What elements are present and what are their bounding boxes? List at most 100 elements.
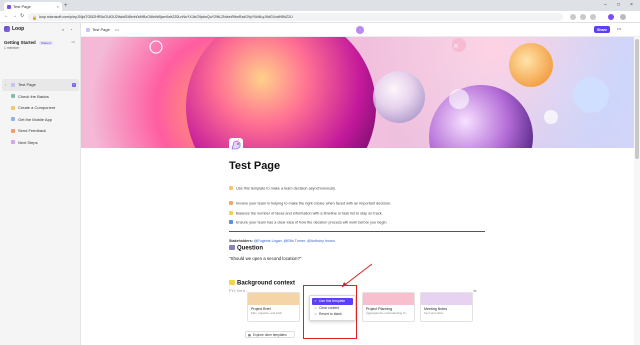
browser-menu-icon[interactable] — [620, 14, 626, 20]
bullet-line[interactable]: Balance the number of ideas and informat… — [229, 211, 383, 216]
extension-icon[interactable] — [590, 14, 596, 20]
workspace-header[interactable]: Getting Started Shared 1 member ••• — [4, 40, 78, 50]
scrollbar-thumb[interactable] — [635, 39, 639, 159]
bullet-text: Ensure your team has a clear idea of how… — [236, 220, 388, 225]
page-icon — [11, 94, 15, 99]
extension-icon[interactable] — [570, 14, 576, 20]
sidebar-item-create-a-component[interactable]: Create a Component — [2, 102, 79, 114]
heart-icon — [229, 220, 233, 224]
divider — [229, 231, 485, 232]
stakeholder-mentions[interactable]: @Eugenie Logan, @Ellis Turner, @Anthony … — [254, 239, 335, 243]
sidebar-item-label: Get the Mobile App — [18, 116, 53, 122]
browser-tab-bar: Test Page × + – □ × — [0, 0, 640, 11]
sidebar-item-label: Test Page — [18, 82, 36, 88]
new-tab-button[interactable]: + — [64, 3, 68, 9]
template-thumbnail — [421, 293, 472, 305]
svg-text:×: × — [453, 42, 459, 50]
sidebar-item-label: Check the Basics — [18, 93, 49, 99]
placeholder-text-right: ite — [473, 289, 477, 293]
profile-avatar[interactable] — [608, 14, 614, 20]
url-text: loop.microsoft.com/p/eyJ0IjoiTGl5ZHR5cGU… — [38, 15, 293, 19]
bullet-text: Balance the number of ideas and informat… — [236, 211, 383, 216]
placeholder-text: FYI: I've h... — [229, 289, 249, 293]
intro-line[interactable]: Use this template to make a team decisio… — [229, 186, 336, 191]
loop-brand[interactable]: Loop — [4, 26, 24, 32]
page-icon — [11, 117, 15, 122]
template-card-meeting-notes[interactable]: Meeting Notes Sync and share — [420, 292, 473, 322]
url-field[interactable]: 🔒 loop.microsoft.com/p/eyJ0IjoiTGl5ZHR5c… — [28, 13, 563, 21]
share-button[interactable]: Share — [594, 26, 610, 33]
template-card-project-planning[interactable]: Project Planning Aggregate the understan… — [362, 292, 415, 322]
intro-text: Use this template to make a team decisio… — [236, 186, 336, 191]
sidebar-item-label: Create a Component — [18, 105, 56, 111]
workspace-members: 1 member — [4, 46, 20, 50]
tab-title: Test Page — [13, 4, 31, 9]
sidebar-item-label: Send Feedback — [18, 128, 47, 134]
template-card-project-brief[interactable]: Project Brief Plan, organize, and track — [247, 292, 300, 322]
address-bar: ← → ↻ 🔒 loop.microsoft.com/p/eyJ0IjoiTGl… — [0, 11, 640, 23]
template-subtitle: Plan, organize, and track — [251, 311, 282, 315]
template-subtitle: Sync and share — [424, 311, 444, 315]
loop-logo-icon — [4, 26, 10, 32]
elephant-icon — [229, 245, 235, 250]
sidebar-item-test-page[interactable]: › Test Page + — [2, 79, 79, 91]
question-text[interactable]: "Should we open a second location?" — [229, 256, 301, 261]
page-header: Test Page ••• Share ••• — [81, 23, 640, 37]
stakeholders-line[interactable]: Stakeholders: @Eugenie Logan, @Ellis Tur… — [229, 239, 335, 243]
explore-label: Explore other templates — [253, 332, 287, 337]
reload-button[interactable]: ↻ — [20, 14, 24, 19]
scale-icon — [229, 211, 233, 215]
forward-button[interactable]: → — [12, 14, 17, 19]
handshake-icon — [229, 201, 233, 205]
breadcrumb-title: Test Page — [92, 27, 110, 32]
sidebar-item-label: Next Steps — [18, 139, 38, 145]
sparkles-icon — [229, 280, 235, 285]
unicorn-icon[interactable] — [229, 138, 243, 152]
breadcrumb[interactable]: Test Page ••• — [86, 27, 119, 32]
browser-tab[interactable]: Test Page × — [4, 2, 62, 11]
workspace-more-button[interactable]: ••• — [71, 40, 75, 44]
maximize-button[interactable]: □ — [617, 2, 620, 8]
more-options-button[interactable]: ••• — [617, 26, 621, 31]
minimize-button[interactable]: – — [604, 2, 607, 8]
lock-icon: 🔒 — [32, 14, 37, 20]
add-subpage-button[interactable]: + — [72, 82, 76, 87]
background-heading-text: Background context — [237, 280, 296, 287]
annotation-highlight-box — [303, 285, 357, 339]
bullet-text: Involve your team in helping to make the… — [236, 201, 392, 206]
brand-name: Loop — [12, 26, 25, 32]
grid-icon: ▦ — [248, 332, 252, 337]
hand-icon — [229, 186, 233, 190]
tab-close-icon[interactable]: × — [57, 4, 59, 9]
bullet-line[interactable]: Involve your team in helping to make the… — [229, 201, 391, 206]
page-title[interactable]: Test Page — [229, 160, 280, 172]
bullet-line[interactable]: Ensure your team has a clear idea of how… — [229, 220, 388, 225]
collaborator-avatar[interactable] — [356, 26, 364, 34]
background-heading[interactable]: Background context — [229, 280, 295, 287]
page-scrollbar[interactable] — [634, 37, 640, 345]
breadcrumb-more-button[interactable]: ••• — [115, 27, 119, 32]
page-list: › Test Page + Check the Basics Create a … — [2, 79, 79, 148]
explore-templates-button[interactable]: ▦ Explore other templates — [245, 331, 295, 338]
workspace-badge: Shared — [38, 41, 53, 45]
page-icon — [11, 128, 15, 133]
template-thumbnail — [363, 293, 414, 305]
sidebar-item-next-steps[interactable]: Next Steps — [2, 137, 79, 149]
sidebar-item-get-the-mobile-app[interactable]: Get the Mobile App — [2, 114, 79, 126]
extension-icon[interactable] — [580, 14, 586, 20]
sidebar-item-check-the-basics[interactable]: Check the Basics — [2, 91, 79, 103]
search-icon[interactable]: ⌕ — [62, 27, 64, 32]
back-button[interactable]: ← — [4, 14, 9, 19]
question-heading[interactable]: Question — [229, 245, 263, 252]
stakeholders-label: Stakeholders: — [229, 239, 253, 243]
cover-spheres-illustration: × — [149, 37, 609, 148]
sidebar-item-send-feedback[interactable]: Send Feedback — [2, 125, 79, 137]
notification-icon[interactable]: ◔ — [70, 27, 72, 32]
page-icon — [11, 82, 15, 87]
cover-image: × — [81, 37, 634, 148]
template-thumbnail — [248, 293, 299, 305]
close-window-button[interactable]: × — [630, 2, 633, 8]
chevron-right-icon[interactable]: › — [5, 82, 8, 87]
question-heading-text: Question — [237, 245, 264, 252]
loop-sidebar: Loop ⌕ ◔ Getting Started Shared 1 member… — [0, 23, 81, 345]
